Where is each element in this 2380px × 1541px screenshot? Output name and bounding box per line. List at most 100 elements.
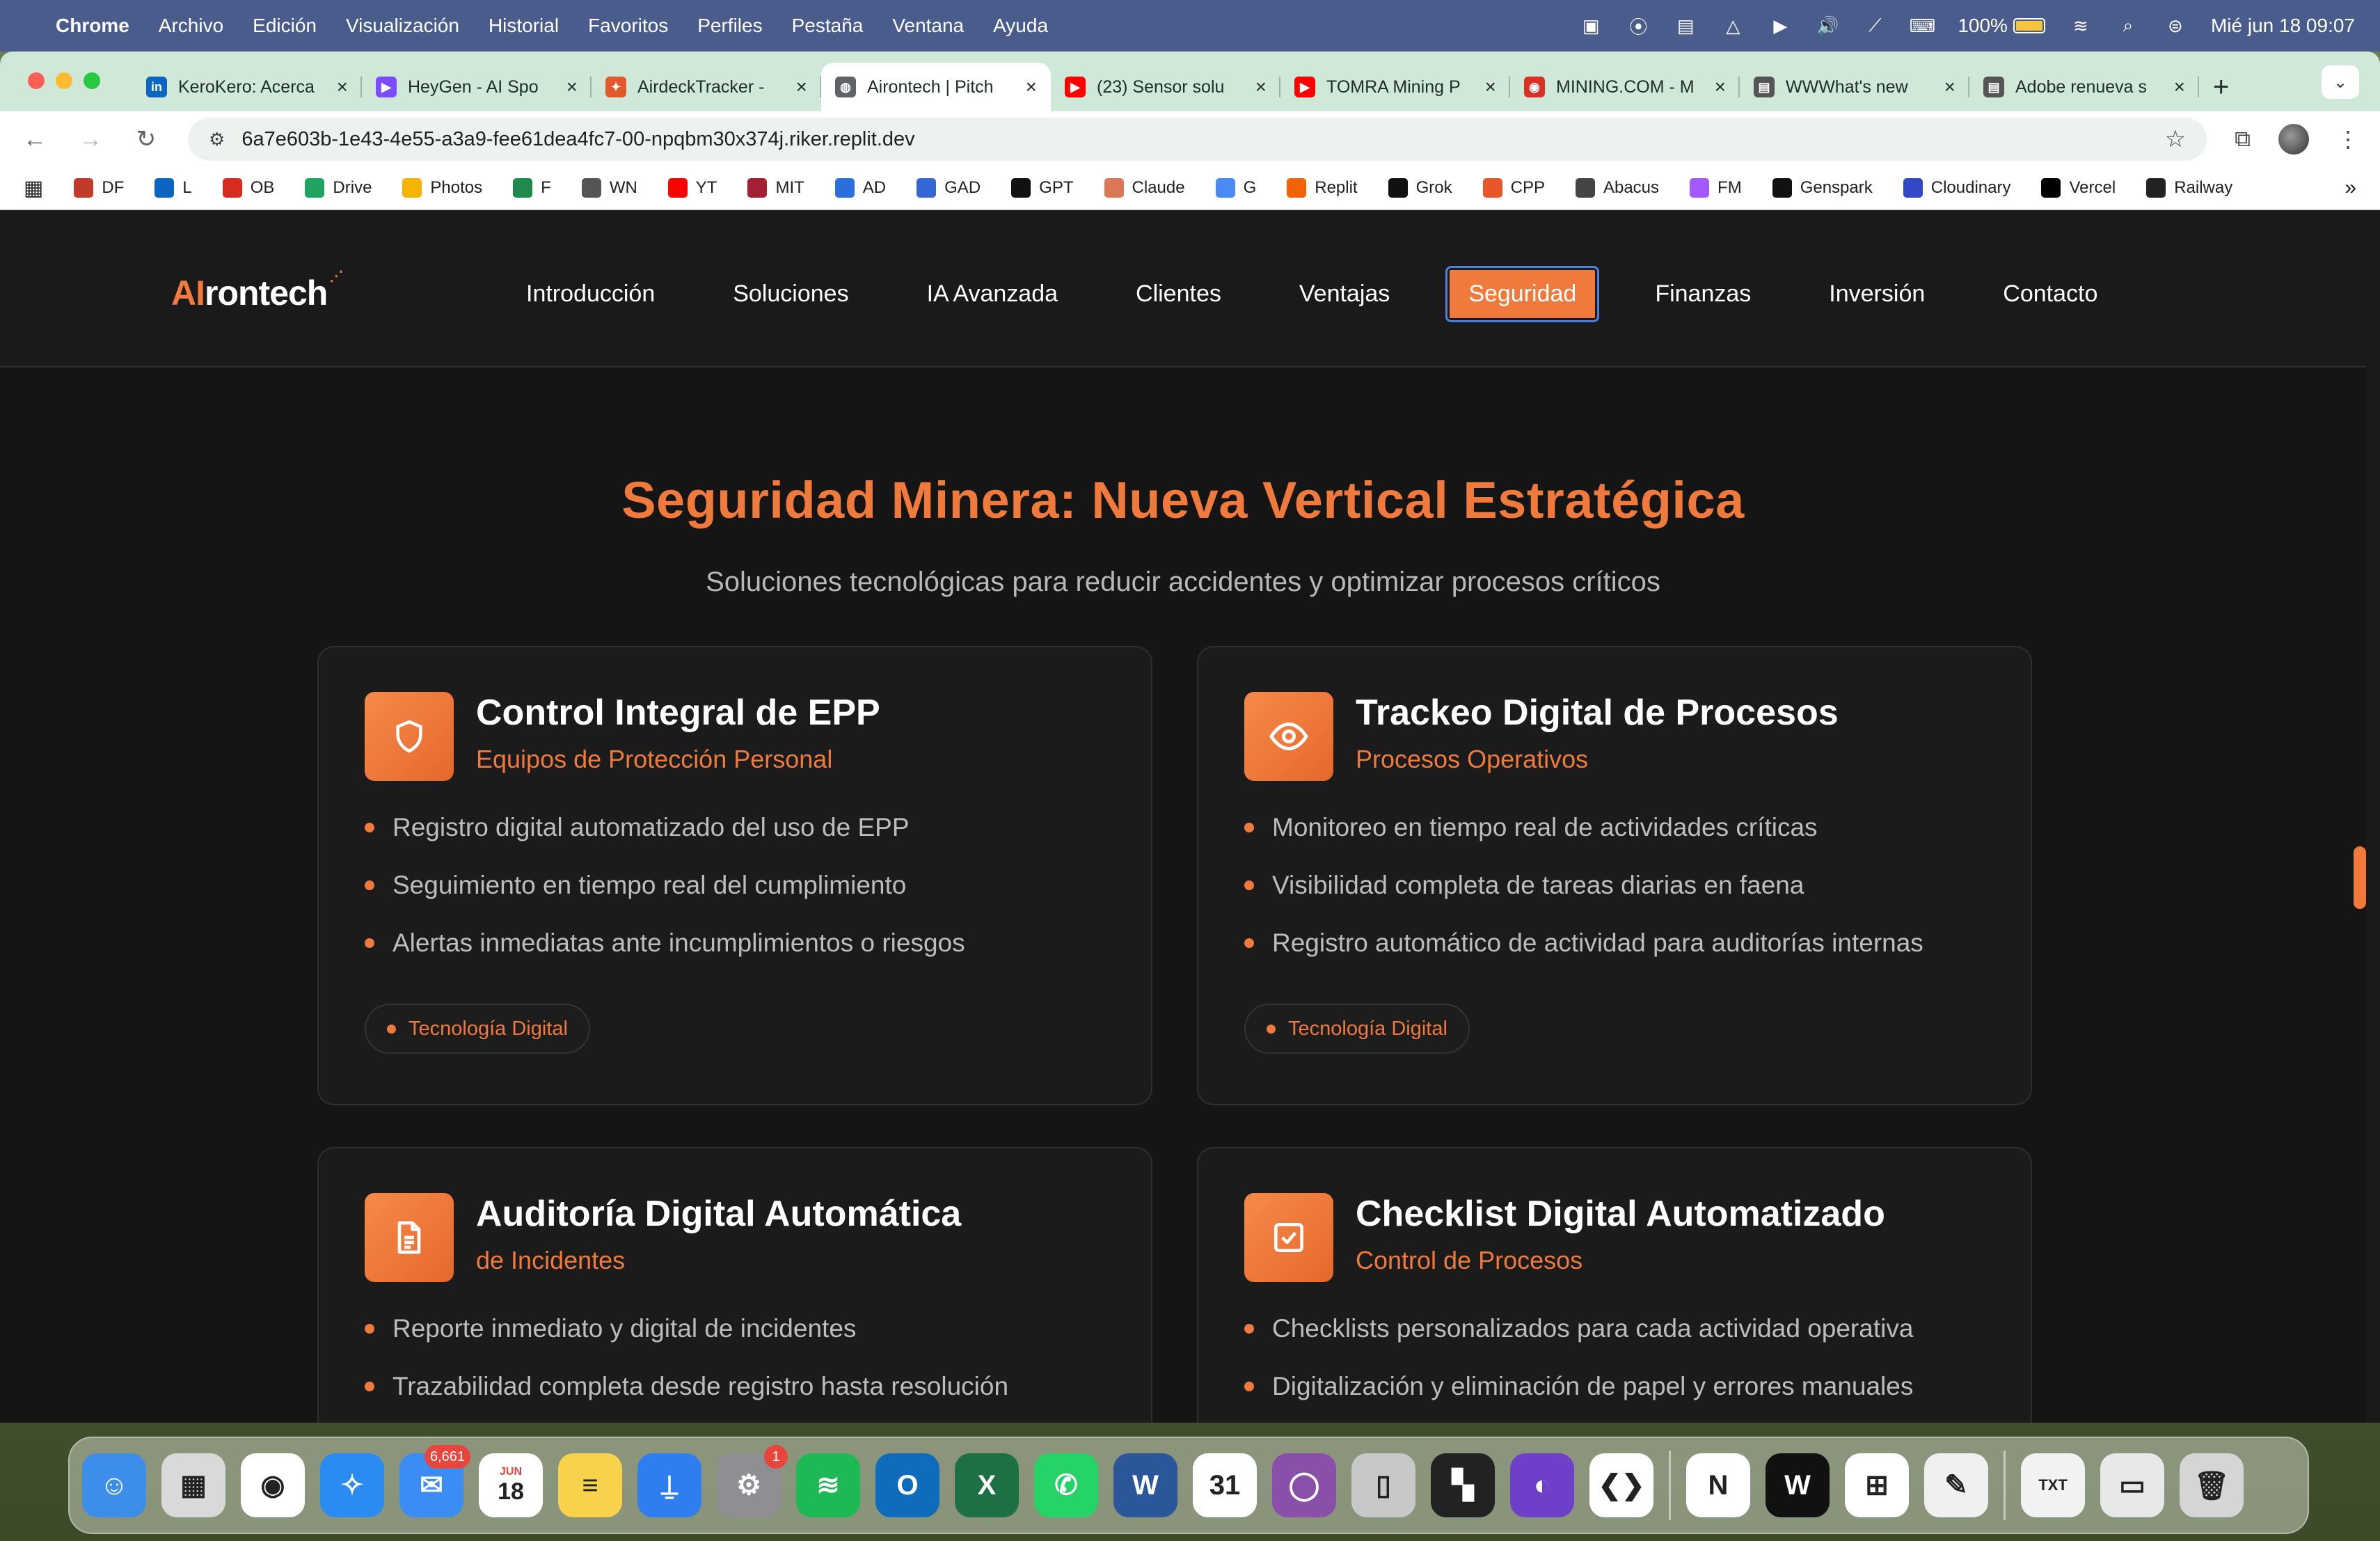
site-logo[interactable]: AIrontech ⋰ (171, 269, 343, 313)
bookmark-item[interactable]: Vercel (2041, 178, 2116, 198)
chrome-app-icon[interactable]: ◉ (241, 1453, 305, 1517)
bookmark-item[interactable]: Replit (1287, 178, 1358, 198)
tab-close-icon[interactable]: × (2174, 76, 2185, 98)
bookmark-item[interactable]: GAD (917, 178, 981, 198)
volume-icon[interactable]: 🔊 (1816, 15, 1839, 36)
bookmark-item[interactable]: G (1215, 178, 1256, 198)
nav-link[interactable]: Introducción (487, 280, 694, 308)
notion-app-icon[interactable]: N (1686, 1453, 1750, 1517)
tab-close-icon[interactable]: × (796, 76, 807, 98)
tab-close-icon[interactable]: × (1715, 76, 1726, 98)
keyboard-icon[interactable]: ⌨ (1910, 15, 1936, 36)
tab-close-icon[interactable]: × (337, 76, 348, 98)
bookmark-item[interactable]: GPT (1011, 178, 1074, 198)
outlook-status-icon[interactable]: ▣ (1579, 15, 1603, 36)
spotlight-icon[interactable]: ⌕ (2116, 15, 2140, 35)
nav-link[interactable]: Soluciones (694, 280, 887, 308)
browser-tab[interactable]: ▶ TOMRA Mining P × (1280, 63, 1510, 111)
bookmark-item[interactable]: Drive (305, 178, 372, 198)
safari-app-icon[interactable]: ✧ (320, 1453, 384, 1517)
tab-close-icon[interactable]: × (1255, 76, 1267, 98)
screen-recorder-app-icon[interactable]: ◯ (1272, 1453, 1336, 1517)
webex-app-icon[interactable]: W (1766, 1453, 1830, 1517)
browser-tab[interactable]: ✦ AirdeckTracker - × (592, 63, 821, 111)
bookmark-star-icon[interactable]: ☆ (2165, 125, 2186, 153)
display-icon[interactable]: ▤ (1674, 15, 1697, 36)
menu-historial[interactable]: Historial (489, 15, 559, 37)
bookmark-item[interactable]: Abacus (1575, 178, 1659, 198)
bookmark-item[interactable]: CPP (1482, 178, 1545, 198)
bookmark-item[interactable]: AD (834, 178, 886, 198)
bookmark-item[interactable]: WN (581, 178, 637, 198)
tab-close-icon[interactable]: × (1026, 76, 1037, 98)
scrollbar-thumb[interactable] (2354, 846, 2366, 909)
forward-icon[interactable]: → (77, 126, 104, 153)
browser-tab[interactable]: ◉ MINING.COM - M × (1510, 63, 1740, 111)
bookmark-item[interactable]: Genspark (1772, 178, 1873, 198)
menu-app-name[interactable]: Chrome (56, 15, 129, 37)
close-window-button[interactable] (28, 72, 45, 89)
menu-perfiles[interactable]: Perfiles (697, 15, 762, 37)
browser-tab[interactable]: ▶ (23) Sensor solu × (1051, 63, 1280, 111)
calendar-app-icon[interactable]: JUN 18 (479, 1453, 543, 1517)
launchpad-app-icon[interactable]: ▦ (161, 1453, 225, 1517)
wifi-icon[interactable]: ≋ (2069, 15, 2093, 36)
zoom-window-button[interactable] (84, 72, 100, 89)
nav-link[interactable]: Contacto (1964, 280, 2136, 308)
chrome-menu-icon[interactable]: ⋮ (2337, 126, 2359, 152)
battery-indicator[interactable]: 100% (1958, 15, 2045, 37)
browser-tab[interactable]: in KeroKero: Acerca × (132, 63, 362, 111)
drive-icon[interactable]: △ (1721, 15, 1745, 36)
notes-app-icon[interactable]: ≡ (558, 1453, 622, 1517)
tab-close-icon[interactable]: × (1944, 76, 1955, 98)
menu-visualizacion[interactable]: Visualización (346, 15, 459, 37)
word-app-icon[interactable]: W (1113, 1453, 1177, 1517)
excel-app-icon[interactable]: X (955, 1453, 1019, 1517)
new-tab-button[interactable]: + (2213, 72, 2229, 103)
bookmark-item[interactable]: F (513, 178, 551, 198)
menu-ayuda[interactable]: Ayuda (993, 15, 1048, 37)
settings-app-icon[interactable]: ⚙ 1 (717, 1445, 788, 1517)
vscode-app-icon[interactable]: ❮❯ (1589, 1453, 1653, 1517)
textedit-app-icon[interactable]: ✎ (1924, 1453, 1988, 1517)
address-bar[interactable]: ⚙ 6a7e603b-1e43-4e55-a3a9-fee61dea4fc7-0… (188, 118, 2207, 161)
bookmark-item[interactable]: Railway (2146, 178, 2232, 198)
menu-archivo[interactable]: Archivo (159, 15, 223, 37)
tab-search-button[interactable]: ⌄ (2322, 65, 2359, 99)
tab-close-icon[interactable]: × (566, 76, 578, 98)
nav-link[interactable]: Seguridad (1445, 265, 1600, 322)
bookmark-item[interactable]: FM (1690, 178, 1742, 198)
bookmark-item[interactable]: DF (74, 178, 124, 198)
spotify-app-icon[interactable]: ≋ (796, 1453, 860, 1517)
menu-clock[interactable]: Mié jun 18 09:07 (2211, 15, 2355, 37)
extensions-icon[interactable]: ⧉ (2235, 126, 2251, 152)
microsoft-installer-app-icon[interactable]: ⊞ (1845, 1453, 1909, 1517)
iphone-mirroring-app-icon[interactable]: ▯ (1351, 1453, 1415, 1517)
bookmark-item[interactable]: Claude (1104, 178, 1185, 198)
audio-wave-icon[interactable]: ⦿ (1626, 16, 1650, 38)
browser-tab[interactable]: ▶ HeyGen - AI Spo × (362, 63, 592, 111)
back-icon[interactable]: ← (21, 126, 49, 153)
more-bookmarks-icon[interactable]: » (2345, 176, 2356, 200)
control-center-icon[interactable]: ⊜ (2164, 15, 2187, 36)
jump-desktop-app-icon[interactable]: ▚ (1431, 1453, 1495, 1517)
menu-favoritos[interactable]: Favoritos (588, 15, 668, 37)
nav-link[interactable]: IA Avanzada (888, 280, 1097, 308)
browser-tab[interactable]: ◍ Airontech | Pitch × (821, 63, 1051, 111)
nav-link[interactable]: Finanzas (1616, 280, 1790, 308)
bookmark-item[interactable]: Cloudinary (1903, 178, 2010, 198)
finder-app-icon[interactable]: ☺ (82, 1453, 146, 1517)
browser-tab[interactable]: ▤ WWWhat's new × (1740, 63, 1969, 111)
bookmark-item[interactable]: OB (222, 178, 274, 198)
bookmark-item[interactable]: L (154, 178, 192, 198)
apps-grid-icon[interactable]: ▦ (24, 176, 43, 200)
menu-pestana[interactable]: Pestaña (792, 15, 864, 37)
trash-app-icon[interactable]: 🗑 (2180, 1453, 2244, 1517)
nav-link[interactable]: Inversión (1790, 280, 1964, 308)
minimize-window-button[interactable] (56, 72, 72, 89)
bookmark-item[interactable]: MIT (747, 178, 804, 198)
mute-icon[interactable]: ⟋ (1863, 15, 1887, 35)
github-app-icon[interactable]: ◐ (1510, 1453, 1574, 1517)
profile-avatar[interactable] (2278, 124, 2309, 155)
menu-ventana[interactable]: Ventana (892, 15, 964, 37)
